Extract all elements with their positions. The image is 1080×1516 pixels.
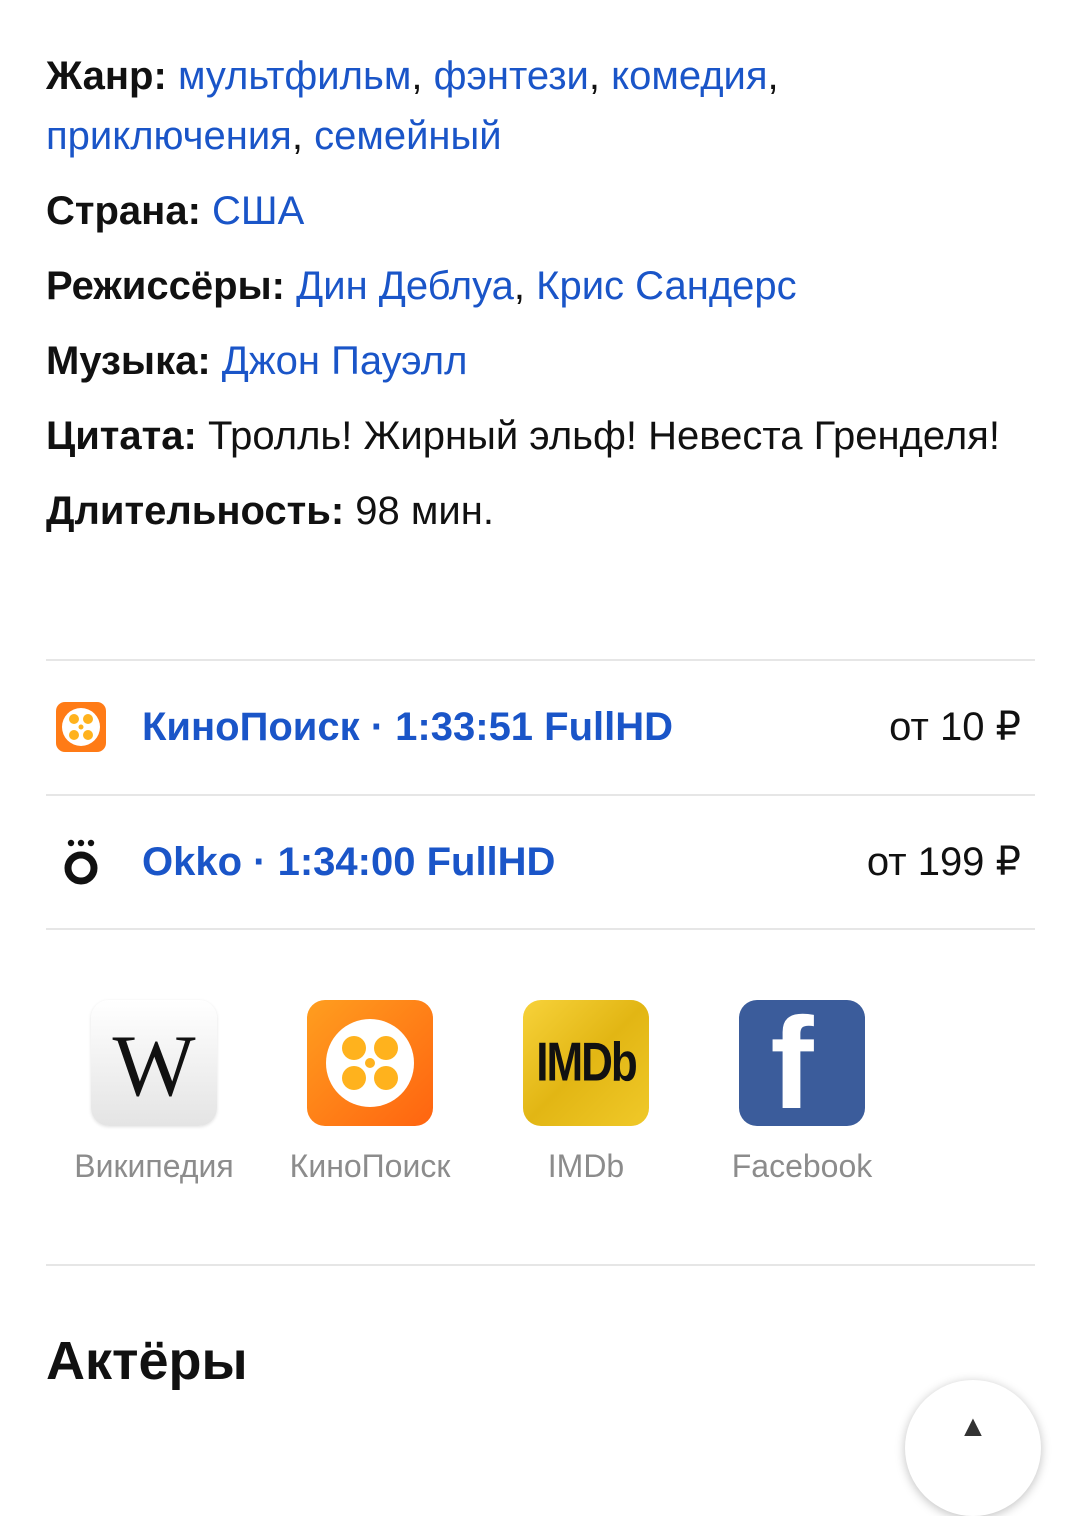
site-label: IMDb (547, 1148, 625, 1184)
site-label: Facebook (731, 1148, 873, 1184)
country-link[interactable]: США (212, 189, 304, 233)
genre-link[interactable]: комедия (611, 54, 767, 98)
duration-value: 98 мин. (355, 489, 494, 533)
music-label: Музыка: (46, 339, 211, 383)
kinopoisk-icon (307, 1000, 433, 1126)
wikipedia-icon: W (91, 1000, 217, 1126)
okko-icon (46, 837, 116, 887)
director-link[interactable]: Крис Сандерс (536, 264, 797, 308)
genre-label: Жанр: (46, 54, 167, 98)
directors-row: Режиссёры: Дин Деблуа, Крис Сандерс (46, 264, 797, 308)
movie-info: Жанр: мультфильм, фэнтези, комедия, прик… (46, 46, 1006, 556)
country-label: Страна: (46, 189, 201, 233)
site-imdb[interactable]: IMDb IMDb (478, 1000, 694, 1185)
divider (46, 928, 1035, 930)
stream-offer-kinopoisk[interactable]: КиноПоиск · 1:33:51 FullHD от 10 ₽ (46, 687, 1035, 767)
quote-label: Цитата: (46, 414, 197, 458)
site-facebook[interactable]: f Facebook (694, 1000, 910, 1185)
genre-row: Жанр: мультфильм, фэнтези, комедия, прик… (46, 54, 779, 158)
kinopoisk-icon (46, 702, 116, 752)
site-label: Википедия (74, 1148, 234, 1184)
country-row: Страна: США (46, 181, 1006, 241)
stream-price: от 199 ₽ (866, 840, 1021, 884)
composer-link[interactable]: Джон Пауэлл (222, 339, 468, 383)
external-sites: W Википедия КиноПоиск IMDb IMDb f Facebo… (46, 1000, 910, 1185)
duration-row: Длительность: 98 мин. (46, 481, 1006, 541)
arrow-up-icon: ▲ (958, 1410, 988, 1443)
site-kinopoisk[interactable]: КиноПоиск (262, 1000, 478, 1185)
facebook-icon: f (739, 1000, 865, 1126)
stream-offer-okko[interactable]: Okko · 1:34:00 FullHD от 199 ₽ (46, 822, 1035, 902)
genre-link[interactable]: приключения (46, 114, 292, 158)
quote-row: Цитата: Тролль! Жирный эльф! Невеста Гре… (46, 406, 1006, 466)
directors-label: Режиссёры: (46, 264, 286, 308)
stream-title[interactable]: КиноПоиск · 1:33:51 FullHD (142, 705, 889, 750)
divider (46, 659, 1035, 661)
site-label: КиноПоиск (289, 1148, 451, 1184)
actors-heading: Актёры (46, 1331, 248, 1391)
quote-text: Тролль! Жирный эльф! Невеста Гренделя! (207, 414, 1000, 458)
divider (46, 1264, 1035, 1266)
divider (46, 794, 1035, 796)
music-row: Музыка: Джон Пауэлл (46, 331, 1006, 391)
site-wikipedia[interactable]: W Википедия (46, 1000, 262, 1185)
director-link[interactable]: Дин Деблуа (296, 264, 514, 308)
genre-link[interactable]: семейный (314, 114, 502, 158)
duration-label: Длительность: (46, 489, 345, 533)
scroll-up-button[interactable]: ▲ (905, 1380, 1041, 1516)
genre-link[interactable]: фэнтези (434, 54, 589, 98)
stream-title[interactable]: Okko · 1:34:00 FullHD (142, 840, 867, 885)
genre-link[interactable]: мультфильм (178, 54, 411, 98)
stream-price: от 10 ₽ (889, 705, 1021, 749)
imdb-icon: IMDb (523, 1000, 649, 1126)
